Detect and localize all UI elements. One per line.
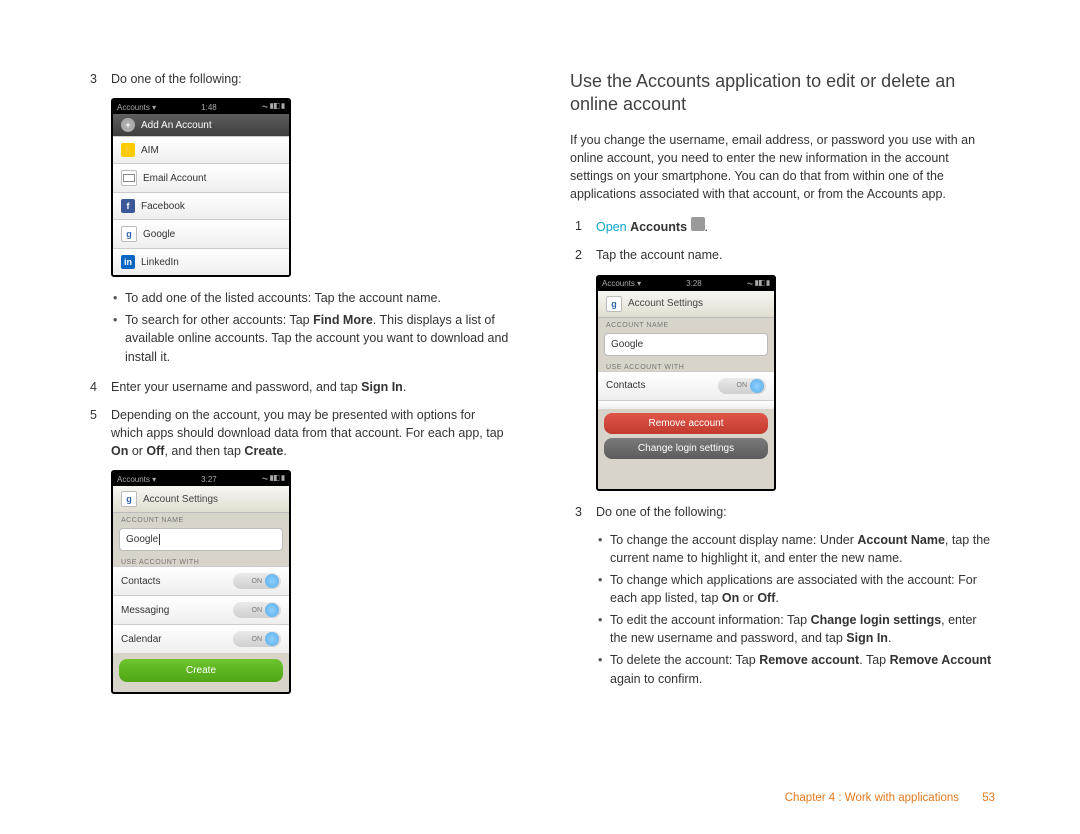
phone-list-row: fFacebook [113,192,289,219]
left-column: 3 Do one of the following: Accounts ▾ 1:… [85,70,510,706]
section-label: ACCOUNT NAME [113,513,289,524]
phone-list-row: gGoogle [113,219,289,248]
section-heading: Use the Accounts application to edit or … [570,70,995,117]
toggle-on: ON [233,573,281,589]
account-name-field: Google [604,333,768,356]
step-5: 5 Depending on the account, you may be p… [85,406,510,460]
accounts-app-icon [691,217,705,231]
phone-list-row: Email Account [113,163,289,192]
status-left: Accounts ▾ [602,279,641,288]
step-text: Depending on the account, you may be pre… [111,406,510,460]
aim-icon: ⚡ [121,143,135,157]
open-link: Open [596,220,627,234]
google-icon: g [121,491,137,507]
linkedin-icon: in [121,255,135,269]
step-number: 1 [570,217,582,236]
section-label: USE ACCOUNT WITH [598,360,774,371]
change-login-button: Change login settings [604,438,768,459]
facebook-icon: f [121,199,135,213]
account-name-field: Google [119,528,283,551]
step-4: 4 Enter your username and password, and … [85,378,510,396]
bullet-item: To delete the account: Tap Remove accoun… [598,651,995,687]
phone-screenshot-add-account: Accounts ▾ 1:48 ⏦ ▮◧ ▮ + Add An Account … [111,98,291,277]
mail-icon [121,170,137,186]
phone-settings-title: gAccount Settings [598,291,774,318]
phone-toggle-row: ContactsON [598,371,774,400]
step-2: 2 Tap the account name. [570,246,995,264]
step-3-right: 3 Do one of the following: [570,503,995,521]
step-text: Do one of the following: [111,70,510,88]
status-icons: ⏦ ▮◧ ▮ [747,279,770,289]
chapter-label: Chapter 4 : Work with applications [785,792,959,804]
phone-screenshot-settings-remove: Accounts ▾ 3:28 ⏦ ▮◧ ▮ gAccount Settings… [596,275,776,491]
bullet-item: To change which applications are associa… [598,571,995,607]
bullet-item: To edit the account information: Tap Cha… [598,611,995,647]
bullet-list: To add one of the listed accounts: Tap t… [101,289,510,366]
step-number: 3 [85,70,97,88]
step-number: 3 [570,503,582,521]
phone-toggle-row: CalendarON [113,624,289,653]
phone-header-row: + Add An Account [113,114,289,136]
create-button: Create [119,659,283,682]
status-icons: ⏦ ▮◧ ▮ [262,474,285,484]
remove-account-button: Remove account [604,413,768,434]
phone-header-text: Add An Account [141,120,212,131]
status-time: 1:48 [201,103,217,112]
bullet-item: To search for other accounts: Tap Find M… [113,311,510,365]
bullet-item: To add one of the listed accounts: Tap t… [113,289,510,307]
status-left: Accounts ▾ [117,475,156,484]
toggle-on: ON [233,631,281,647]
google-icon: g [121,226,137,242]
status-time: 3:28 [686,279,702,288]
step-1: 1 Open Accounts . [570,217,995,236]
step-3: 3 Do one of the following: [85,70,510,88]
step-number: 2 [570,246,582,264]
phone-toggle-row: MessagingON [113,595,289,624]
section-label: ACCOUNT NAME [598,318,774,329]
step-number: 4 [85,378,97,396]
status-icons: ⏦ ▮◧ ▮ [262,102,285,112]
right-column: Use the Accounts application to edit or … [570,70,995,706]
toggle-on: ON [718,378,766,394]
google-icon: g [606,296,622,312]
phone-settings-title: gAccount Settings [113,486,289,513]
page-number: 53 [982,792,995,804]
status-time: 3:27 [201,475,217,484]
phone-row-clip [598,400,774,409]
step-text: Do one of the following: [596,503,995,521]
toggle-on: ON [233,602,281,618]
plus-icon: + [121,118,135,132]
phone-list-row: inLinkedIn [113,248,289,275]
step-text: Tap the account name. [596,246,995,264]
phone-list-row: ⚡AIM [113,136,289,163]
status-left: Accounts ▾ [117,103,156,112]
section-label: USE ACCOUNT WITH [113,555,289,566]
phone-screenshot-settings-create: Accounts ▾ 3:27 ⏦ ▮◧ ▮ gAccount Settings… [111,470,291,694]
intro-paragraph: If you change the username, email addres… [570,131,995,204]
bullet-item: To change the account display name: Unde… [598,531,995,567]
step-text: Enter your username and password, and ta… [111,378,510,396]
bullet-list: To change the account display name: Unde… [586,531,995,688]
phone-toggle-row: ContactsON [113,566,289,595]
step-number: 5 [85,406,97,460]
step-text: Open Accounts . [596,217,995,236]
page-footer: Chapter 4 : Work with applications 53 [785,792,995,804]
